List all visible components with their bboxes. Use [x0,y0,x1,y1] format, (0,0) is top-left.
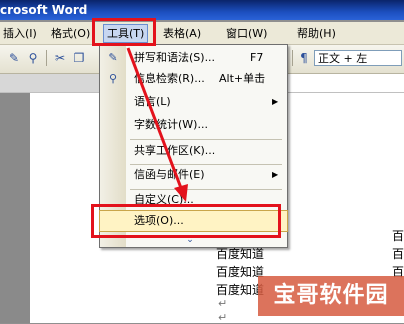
annotation-arrow-icon [126,47,188,202]
watermark-text: 宝哥软件园 [258,276,404,316]
